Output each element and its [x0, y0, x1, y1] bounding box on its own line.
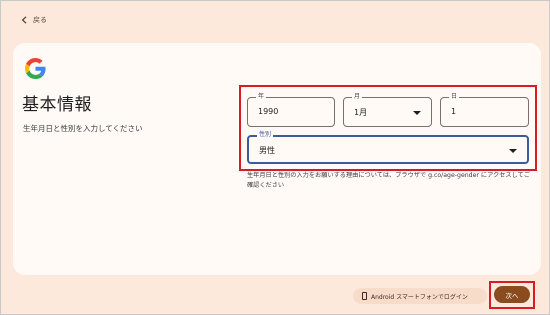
month-select-value: 1月 [354, 108, 368, 117]
chevron-left-icon [21, 16, 27, 24]
android-login-button[interactable]: Android スマートフォンでログイン [353, 288, 487, 304]
gender-select-value: 男性 [259, 146, 275, 155]
info-text: 生年月日と性別の入力をお願いする理由については、ブラウザで g.co/age-g… [247, 172, 530, 189]
next-button[interactable]: 次へ [494, 286, 530, 303]
phone-icon [362, 292, 367, 300]
year-field-label: 年 [256, 93, 267, 101]
dropdown-arrow-icon [413, 111, 421, 115]
back-label: 戻る [33, 16, 47, 24]
day-field-label: 日 [449, 93, 460, 101]
month-select[interactable]: 月 1月 [343, 93, 432, 127]
page-title: 基本情報 [22, 95, 92, 115]
page-subtitle: 生年月日と性別を入力してください [23, 124, 143, 133]
day-field-value: 1 [451, 107, 457, 116]
day-field[interactable]: 日 1 [440, 93, 529, 127]
google-logo-icon [25, 58, 46, 79]
year-field-value: 1990 [258, 107, 279, 116]
back-button[interactable]: 戻る [21, 15, 47, 25]
android-login-label: Android スマートフォンでログイン [371, 293, 468, 301]
window-frame: 戻る 基本情報 生年月日と性別を入力してください 年 1990 月 1月 日 1… [0, 0, 550, 315]
dropdown-arrow-icon [509, 149, 517, 153]
gender-select[interactable]: 性別 男性 [247, 131, 529, 164]
gender-select-label: 性別 [257, 131, 274, 139]
year-field[interactable]: 年 1990 [247, 93, 335, 127]
month-select-label: 月 [352, 93, 363, 101]
